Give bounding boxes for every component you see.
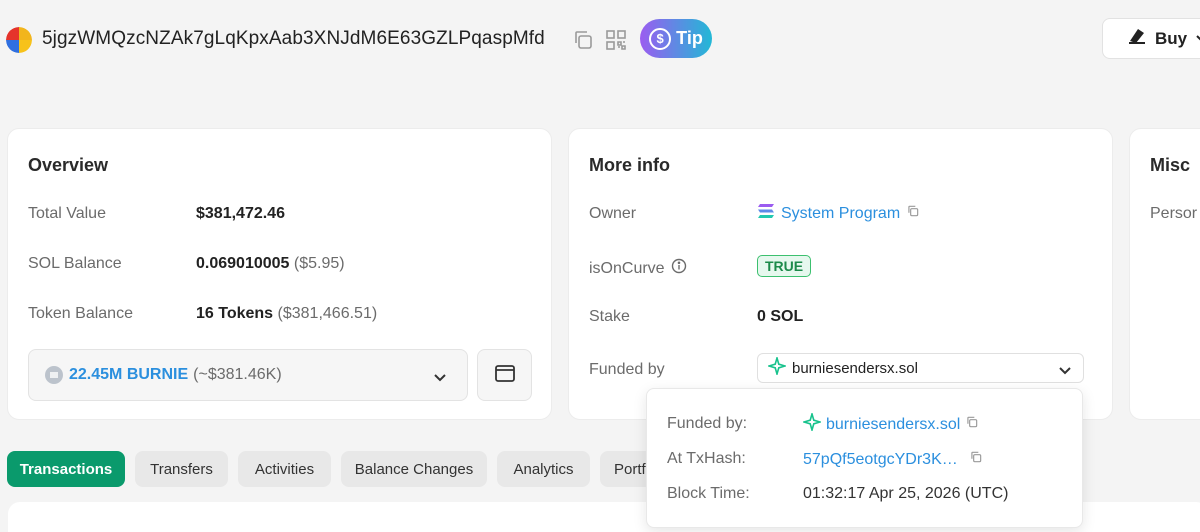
sparkle-icon (766, 355, 788, 379)
tab-transfers[interactable]: Transfers (135, 451, 228, 487)
account-logo-icon (6, 27, 32, 53)
tab-transactions[interactable]: Transactions (7, 451, 125, 487)
sparkle-icon (801, 411, 823, 436)
owner-value-link[interactable]: System Program (781, 205, 900, 223)
tab-activities[interactable]: Activities (238, 451, 331, 487)
token-balance-label: Token Balance (28, 305, 133, 322)
funded-by-value: burniesendersx.sol (792, 359, 918, 377)
token-select-usd: (~$381.46K) (193, 366, 282, 383)
popover-funded-by-link[interactable]: burniesendersx.sol (826, 416, 960, 434)
buy-icon (1127, 27, 1147, 50)
sol-balance-row: 0.069010005 ($5.95) (196, 255, 345, 273)
chevron-down-icon (1058, 363, 1072, 380)
is-on-curve-badge: TRUE (757, 255, 812, 277)
tab-balance-changes[interactable]: Balance Changes (341, 451, 487, 487)
burnie-token-icon (45, 366, 63, 384)
tab-analytics[interactable]: Analytics (497, 451, 590, 487)
overview-title: Overview (28, 155, 109, 175)
sol-balance-label: SOL Balance (28, 255, 122, 272)
total-value: $381,472.46 (196, 205, 285, 222)
account-address: 5jgzWMQzcNZAk7gLqKpxAab3XNJdM6E63GZLPqas… (42, 28, 545, 49)
owner-label: Owner (589, 205, 637, 222)
popover-funded-by-row: burniesendersx.sol (801, 411, 979, 436)
header: 5jgzWMQzcNZAk7gLqKpxAab3XNJdM6E63GZLPqas… (0, 0, 1200, 80)
owner-row: System Program (757, 203, 920, 224)
popover-txhash-label: At TxHash: (667, 450, 746, 467)
chevron-down-icon (1195, 29, 1200, 49)
wallet-button[interactable] (477, 349, 532, 401)
popover-block-time-label: Block Time: (667, 485, 750, 502)
tip-label: Tip (676, 28, 703, 48)
total-value-label: Total Value (28, 205, 106, 222)
solana-icon (757, 203, 775, 224)
copy-address-icon[interactable] (571, 28, 595, 52)
wallet-icon (494, 363, 516, 388)
buy-button[interactable]: Buy (1102, 18, 1200, 59)
misc-card: Misc Persor (1129, 128, 1200, 420)
sol-balance-value: 0.069010005 (196, 255, 290, 272)
token-balance-usd: ($381,466.51) (277, 305, 378, 322)
misc-first-label: Persor (1150, 205, 1198, 222)
info-icon[interactable] (671, 258, 687, 279)
popover-txhash-row: 57pQf5eotgcYDr3K… (803, 450, 983, 469)
stake-value: 0 SOL (757, 308, 804, 325)
stake-label: Stake (589, 308, 630, 325)
tip-button[interactable]: $ Tip (640, 19, 712, 58)
popover-block-time-value: 01:32:17 Apr 25, 2026 (UTC) (803, 485, 1009, 502)
token-balance-value: 16 Tokens (196, 305, 274, 322)
funded-by-dropdown[interactable]: burniesendersx.sol (757, 353, 1084, 383)
popover-funded-by-label: Funded by: (667, 415, 748, 432)
more-info-title: More info (589, 155, 670, 175)
funded-by-label: Funded by (589, 361, 665, 378)
token-select-amount: 22.45M BURNIE (69, 366, 189, 383)
dollar-coin-icon: $ (649, 27, 672, 50)
chevron-down-icon (433, 370, 447, 388)
is-on-curve-label-row: isOnCurve (589, 258, 687, 279)
token-select-dropdown[interactable]: 22.45M BURNIE (~$381.46K) (28, 349, 468, 401)
funded-by-popover: Funded by: burniesendersx.sol At TxHash:… (646, 388, 1083, 528)
qr-code-icon[interactable] (604, 28, 628, 52)
more-info-card: More info Owner System Program isOnCurve… (568, 128, 1113, 420)
sol-balance-usd: ($5.95) (293, 255, 345, 272)
buy-label: Buy (1155, 28, 1188, 48)
popover-txhash-link[interactable]: 57pQf5eotgcYDr3K… (803, 451, 958, 469)
copy-txhash-icon[interactable] (969, 450, 983, 469)
misc-title: Misc (1150, 155, 1191, 175)
overview-card: Overview Total Value $381,472.46 SOL Bal… (7, 128, 552, 420)
copy-funder-icon[interactable] (965, 415, 979, 434)
token-balance-row: 16 Tokens ($381,466.51) (196, 305, 377, 323)
copy-owner-icon[interactable] (906, 204, 920, 223)
is-on-curve-label: isOnCurve (589, 259, 665, 277)
